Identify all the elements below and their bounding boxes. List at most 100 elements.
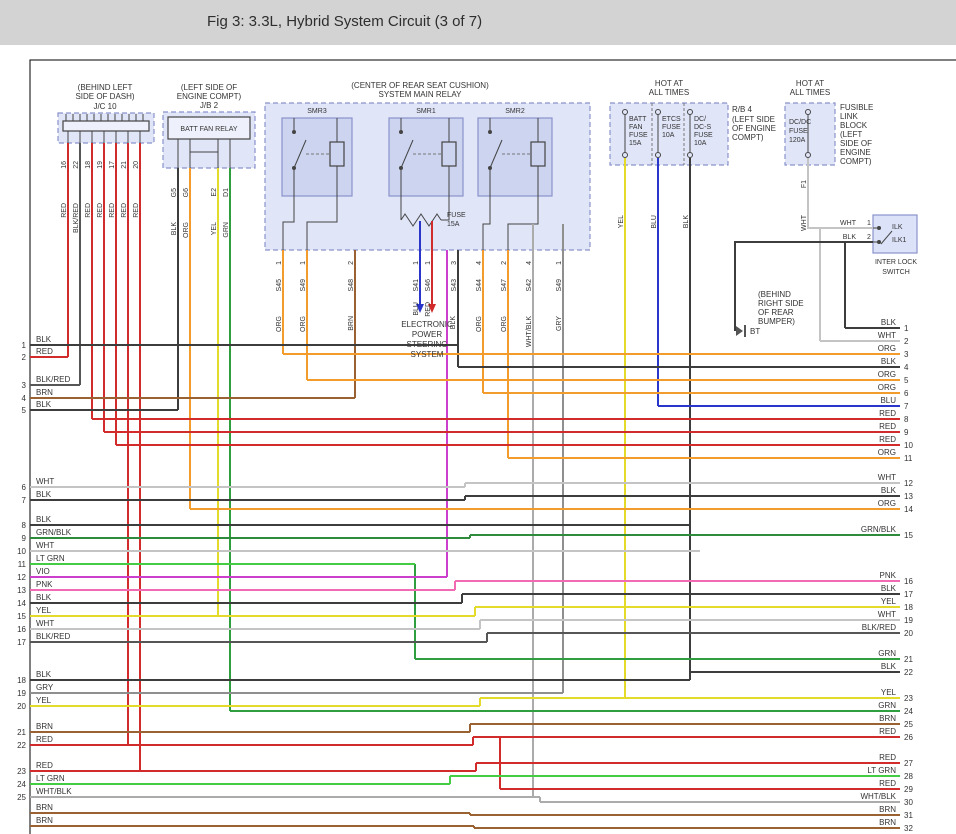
pin-number: 9 <box>22 534 27 543</box>
annotation: FAN <box>629 124 643 131</box>
pin-number: 12 <box>17 573 26 582</box>
wire-color-label: ORG <box>878 499 896 508</box>
wire-color-label: S45 <box>276 279 283 292</box>
wire-color-label: RED <box>36 735 53 744</box>
annotation: BT <box>750 327 760 336</box>
wire-color-label: G5 <box>171 188 178 197</box>
pin-number: 15 <box>17 612 26 621</box>
wire-color-label: S43 <box>451 279 458 292</box>
pin-number: 18 <box>17 676 26 685</box>
wire-color-label: WHT <box>878 610 896 619</box>
annotation: BLK <box>843 234 857 241</box>
pin-number: 24 <box>17 780 26 789</box>
wire-color-label: 1 <box>556 261 563 265</box>
wire-color-label: BLK <box>881 486 897 495</box>
pin-number: 28 <box>904 772 913 781</box>
annotation: 15A <box>629 140 642 147</box>
annotation: J/B 2 <box>200 101 219 110</box>
diagram-svg: BLK1RED2BLK/RED3BRN4BLK5WHT6BLK7BLK8GRN/… <box>0 0 956 834</box>
wire-color-label: GRY <box>36 683 54 692</box>
annotation: INTER LOCK <box>875 259 917 266</box>
wire-color-label: BLK <box>683 215 690 229</box>
wire-color-label: WHT <box>36 619 54 628</box>
wire-color-label: GRY <box>556 316 563 331</box>
annotation: FUSE <box>447 212 466 219</box>
wire-color-label: ORG <box>878 383 896 392</box>
annotation: (LEFT <box>840 130 862 139</box>
wire-color-label: BRN <box>879 805 896 814</box>
wire-color-label: BLK <box>171 222 178 236</box>
annotation: HOT AT <box>796 79 824 88</box>
pin-number: 31 <box>904 811 913 820</box>
annotation: 2 <box>867 234 871 241</box>
pin-number: 10 <box>17 547 26 556</box>
annotation: SIDE OF DASH) <box>75 92 134 101</box>
wire-color-label: RED <box>879 435 896 444</box>
annotation: COMPT) <box>732 133 764 142</box>
annotation: ETCS <box>662 116 681 123</box>
wire-color-label: S48 <box>348 279 355 292</box>
terminal-dot <box>877 226 881 230</box>
wire-color-label: 21 <box>121 161 128 169</box>
annotation: POWER <box>412 330 442 339</box>
wire-color-label: 1 <box>276 261 283 265</box>
wire-color-label: RED <box>61 203 68 218</box>
wire-color-label: RED <box>121 203 128 218</box>
annotation: ELECTRONIC <box>401 320 453 329</box>
wire-color-label: 2 <box>348 261 355 265</box>
annotation: R/B 4 <box>732 105 753 114</box>
wire-color-label: WHT/BLK <box>526 316 533 347</box>
wire-color-label: GRN <box>223 222 230 238</box>
annotation: ENGINE <box>840 148 871 157</box>
pin-number: 21 <box>17 728 26 737</box>
pin-number: 22 <box>17 741 26 750</box>
wire-color-label: S49 <box>556 279 563 292</box>
pin-number: 30 <box>904 798 913 807</box>
wire-color-label: BLK <box>881 318 897 327</box>
wire-color-label: BLK <box>881 357 897 366</box>
smr1-box <box>389 118 463 196</box>
pin-number: 4 <box>22 394 27 403</box>
wire-color-label: WHT/BLK <box>36 787 72 796</box>
wire-color-label: 3 <box>451 261 458 265</box>
wire-color-label: ORG <box>183 222 190 238</box>
wire-color-label: 22 <box>73 161 80 169</box>
wire-color-label: 1 <box>300 261 307 265</box>
wire-color-label: YEL <box>618 215 625 228</box>
wire-color-label: BLK <box>36 490 52 499</box>
annotation: ENGINE COMPT) <box>177 92 242 101</box>
wire-color-label: BLU <box>880 396 896 405</box>
wire-color-label: 4 <box>526 261 533 265</box>
pin-number: 19 <box>904 616 913 625</box>
pin-number: 3 <box>904 350 909 359</box>
wire-color-label: RED <box>36 761 53 770</box>
wire-color-label: RED <box>879 422 896 431</box>
pin-number: 6 <box>904 389 909 398</box>
pin-number: 22 <box>904 668 913 677</box>
wire-color-label: PNK <box>36 580 53 589</box>
wire-color-label: BLK <box>36 593 52 602</box>
wire-color-label: BRN <box>36 803 53 812</box>
wire-color-label: D1 <box>223 188 230 197</box>
wire-color-label: YEL <box>211 222 218 235</box>
pin-number: 32 <box>904 824 913 833</box>
smr2-box <box>478 118 552 196</box>
wire-color-label: BRN <box>36 722 53 731</box>
wire-color-label: VIO <box>36 567 50 576</box>
pin-number: 5 <box>904 376 909 385</box>
wire-color-label: GRN/BLK <box>36 528 72 537</box>
annotation: 120A <box>789 137 806 144</box>
wire-color-label: RED <box>879 409 896 418</box>
wire-color-label: S49 <box>300 279 307 292</box>
pin-number: 16 <box>17 625 26 634</box>
annotation: 10A <box>694 140 707 147</box>
pin-number: 5 <box>22 406 27 415</box>
pin-number: 25 <box>17 793 26 802</box>
annotation: BUMPER) <box>758 317 795 326</box>
terminal-dot <box>488 166 492 170</box>
wire-color-label: BRN <box>36 388 53 397</box>
wire-color-label: S41 <box>413 279 420 292</box>
wire-color-label: BLK <box>36 335 52 344</box>
wire-color-label: BLK <box>450 316 457 330</box>
wire-color-label: BLK/RED <box>862 623 896 632</box>
